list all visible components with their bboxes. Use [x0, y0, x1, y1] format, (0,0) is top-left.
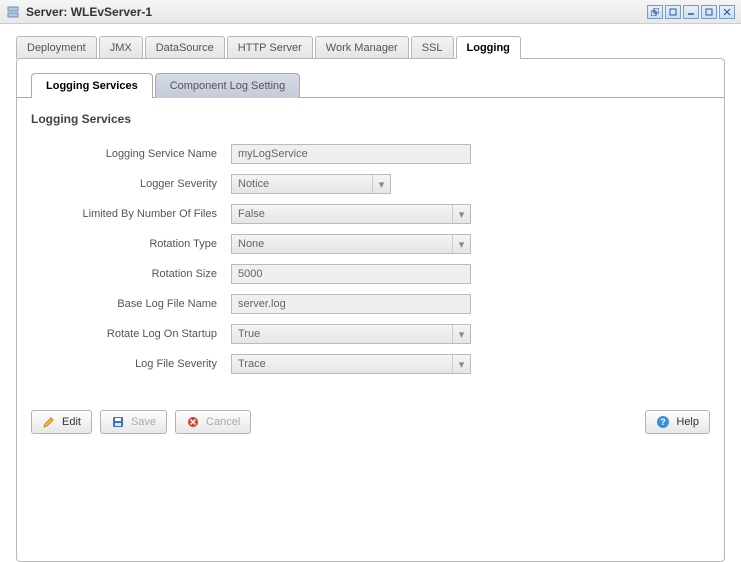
logging-services-panel: Logging Services Logging Service Name Lo… [17, 98, 724, 398]
help-button[interactable]: ? Help [645, 410, 710, 434]
main-panel: Logging Services Component Log Setting L… [16, 58, 725, 562]
tab-http-server[interactable]: HTTP Server [227, 36, 313, 59]
select-value: Notice [232, 178, 372, 190]
input-base-log-file-name[interactable] [231, 294, 471, 314]
title-bar: Server: WLEvServer-1 [0, 0, 741, 24]
chevron-down-icon: ▾ [452, 235, 470, 253]
cancel-button: Cancel [175, 410, 251, 434]
select-logger-severity[interactable]: Notice ▾ [231, 174, 391, 194]
label-rotate-log-on-startup: Rotate Log On Startup [31, 328, 231, 340]
input-logging-service-name[interactable] [231, 144, 471, 164]
sub-tab-logging-services[interactable]: Logging Services [31, 73, 153, 98]
save-button: Save [100, 410, 167, 434]
button-bar: Edit Save Cancel ? Help [17, 398, 724, 446]
label-base-log-file-name: Base Log File Name [31, 298, 231, 310]
button-label: Edit [62, 416, 81, 428]
chevron-down-icon: ▾ [452, 205, 470, 223]
refresh-button[interactable] [665, 5, 681, 19]
main-tabs: Deployment JMX DataSource HTTP Server Wo… [0, 24, 741, 59]
pencil-icon [42, 415, 56, 429]
server-config-window: Server: WLEvServer-1 Deployment JMX Data… [0, 0, 741, 560]
button-label: Cancel [206, 416, 240, 428]
tab-logging[interactable]: Logging [456, 36, 521, 59]
select-log-file-severity[interactable]: Trace ▾ [231, 354, 471, 374]
select-value: None [232, 238, 452, 250]
sub-tab-component-log-setting[interactable]: Component Log Setting [155, 73, 301, 98]
tab-ssl[interactable]: SSL [411, 36, 454, 59]
detach-button[interactable] [647, 5, 663, 19]
button-label: Help [676, 416, 699, 428]
select-rotation-type[interactable]: None ▾ [231, 234, 471, 254]
chevron-down-icon: ▾ [452, 355, 470, 373]
select-value: Trace [232, 358, 452, 370]
tab-datasource[interactable]: DataSource [145, 36, 225, 59]
close-button[interactable] [719, 5, 735, 19]
select-limited-by-files[interactable]: False ▾ [231, 204, 471, 224]
svg-text:?: ? [661, 417, 667, 427]
chevron-down-icon: ▾ [372, 175, 390, 193]
label-logging-service-name: Logging Service Name [31, 148, 231, 160]
select-value: True [232, 328, 452, 340]
label-limited-by-number-of-files: Limited By Number Of Files [31, 208, 231, 220]
help-icon: ? [656, 415, 670, 429]
maximize-button[interactable] [701, 5, 717, 19]
minimize-button[interactable] [683, 5, 699, 19]
label-logger-severity: Logger Severity [31, 178, 231, 190]
edit-button[interactable]: Edit [31, 410, 92, 434]
sub-tabs: Logging Services Component Log Setting [17, 59, 724, 98]
tab-deployment[interactable]: Deployment [16, 36, 97, 59]
server-icon [6, 5, 20, 19]
chevron-down-icon: ▾ [452, 325, 470, 343]
select-rotate-on-startup[interactable]: True ▾ [231, 324, 471, 344]
disk-icon [111, 415, 125, 429]
section-title: Logging Services [31, 112, 710, 126]
label-rotation-type: Rotation Type [31, 238, 231, 250]
select-value: False [232, 208, 452, 220]
cancel-icon [186, 415, 200, 429]
tab-jmx[interactable]: JMX [99, 36, 143, 59]
tab-work-manager[interactable]: Work Manager [315, 36, 409, 59]
input-rotation-size[interactable] [231, 264, 471, 284]
label-rotation-size: Rotation Size [31, 268, 231, 280]
label-log-file-severity: Log File Severity [31, 358, 231, 370]
window-title: Server: WLEvServer-1 [26, 5, 152, 19]
button-label: Save [131, 416, 156, 428]
